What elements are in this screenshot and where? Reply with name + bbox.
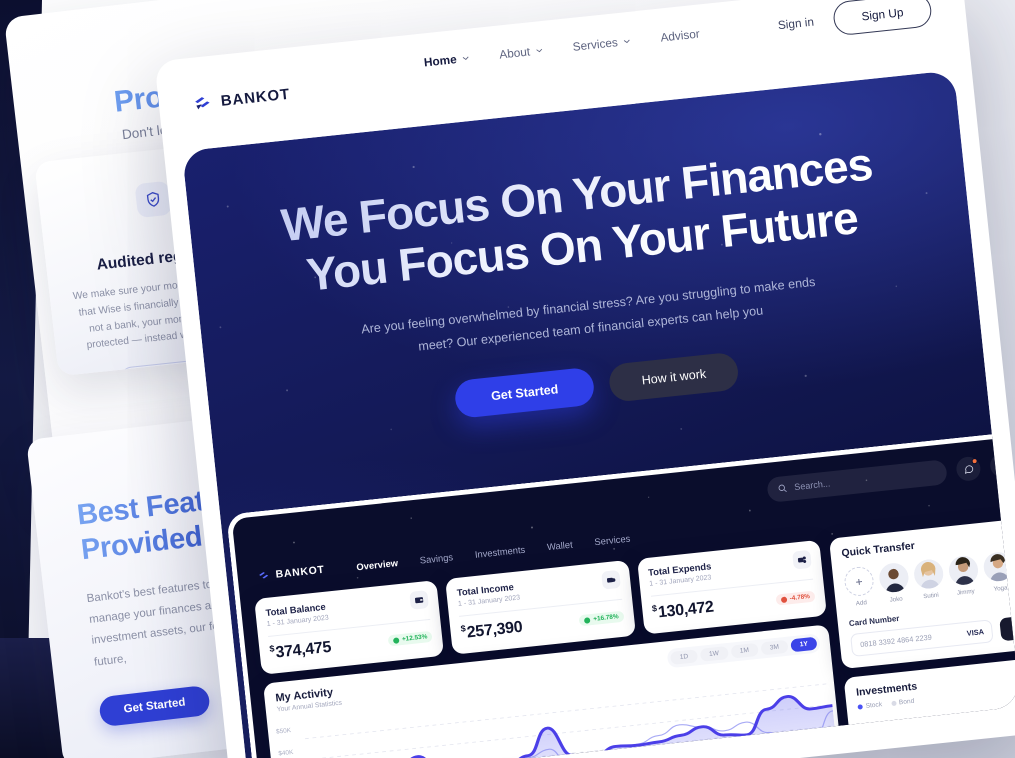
site-nav-links: Home About Services Advisor [423,27,700,70]
contact-name: Joko [889,595,904,604]
bell-icon[interactable] [989,452,1015,479]
dashboard-tab-overview[interactable]: Overview [356,557,399,572]
income-icon [600,569,621,590]
plus-icon: + [843,565,876,598]
quick-transfer-title: Quick Transfer [840,539,916,560]
avatar [877,561,910,594]
search-input[interactable]: Search... [766,458,948,503]
chevron-down-icon [462,56,469,61]
avatar [947,554,980,587]
stat-card-total-balance: Total Balance 1 - 31 January 2023 $374,4… [254,580,445,676]
features-get-started-button[interactable]: Get Started [98,684,211,728]
avatar [912,558,945,590]
hero-section: We Focus On Your Finances You Focus On Y… [181,70,1015,758]
search-icon [778,484,787,493]
chevron-down-icon [623,39,630,44]
message-icon[interactable] [955,455,982,483]
site-nav-actions: Sign in Sign Up [776,0,933,42]
sign-up-button[interactable]: Sign Up [831,0,933,37]
contact-name: Yoga [993,584,1008,593]
dashboard-tab-wallet[interactable]: Wallet [546,538,573,552]
dashboard-tab-savings[interactable]: Savings [419,551,453,565]
legend-stock: Stock [857,701,882,711]
contact-jimmy[interactable]: Jimmy [947,554,981,597]
site-brand[interactable]: BANKOT [192,84,291,113]
stat-amount: $374,475 [268,638,332,662]
stat-card-total-expends: Total Expends 1 - 31 January 2023 $130,4… [636,539,827,635]
contact-yoga[interactable]: Yoga [982,550,1015,594]
stat-amount: $257,390 [460,618,524,642]
wallet-icon [409,590,430,610]
nav-item-home[interactable]: Home [423,51,470,69]
investments-title: Investments [855,680,918,699]
visa-logo: VISA [966,627,985,638]
range-1d[interactable]: 1D [670,649,698,666]
range-1w[interactable]: 1W [699,646,729,663]
stat-card-total-income: Total Income 1 - 31 January 2023 $257,39… [445,559,636,656]
quick-transfer-panel: Quick Transfer See all + Add Joko [828,514,1015,670]
avatar [982,550,1015,583]
stat-amount: $130,472 [651,598,715,622]
contact-name: Sutini [922,591,940,601]
contact-name: Add [855,599,868,608]
main-site-mockup: BANKOT Home About Services Advisor Sign … [154,0,1015,758]
search-placeholder: Search... [793,478,831,493]
site-brand-name: BANKOT [219,85,291,110]
range-1y[interactable]: 1Y [790,636,818,653]
investments-panel: Investments Stock Bond $47,735 +4.78% [843,654,1015,758]
contact-name: Jimmy [956,587,976,597]
legend-bond: Bond [890,698,915,707]
contact-sutini[interactable]: Sutini [912,558,946,601]
dashboard-side-column: Quick Transfer See all + Add Joko [828,514,1015,758]
stat-delta-badge: +16.78% [578,610,625,627]
stat-delta-badge: -4.78% [775,590,816,606]
message-badge [971,457,978,465]
sign-in-link[interactable]: Sign in [777,15,814,33]
shield-check-icon [134,180,173,219]
range-1m[interactable]: 1M [730,643,759,659]
contact-joko[interactable]: Joko [877,561,911,605]
contact-add[interactable]: + Add [843,565,876,608]
stat-delta-badge: +12.53% [387,630,433,647]
nav-item-services[interactable]: Services [572,34,631,54]
investments-legend: Stock Bond [857,697,919,710]
dashboard-tab-services[interactable]: Services [594,532,631,547]
send-button[interactable]: Send [999,612,1015,642]
bankot-logo-icon [259,572,269,579]
chevron-down-icon [535,48,542,53]
expends-icon [792,549,812,570]
range-3m[interactable]: 3M [760,640,789,656]
card-number-value: 0818 3392 4864 2239 [859,632,933,650]
bell-badge [1005,454,1012,461]
nav-item-about[interactable]: About [499,43,544,62]
nav-item-advisor[interactable]: Advisor [660,27,701,45]
bankot-logo-icon [192,92,213,113]
